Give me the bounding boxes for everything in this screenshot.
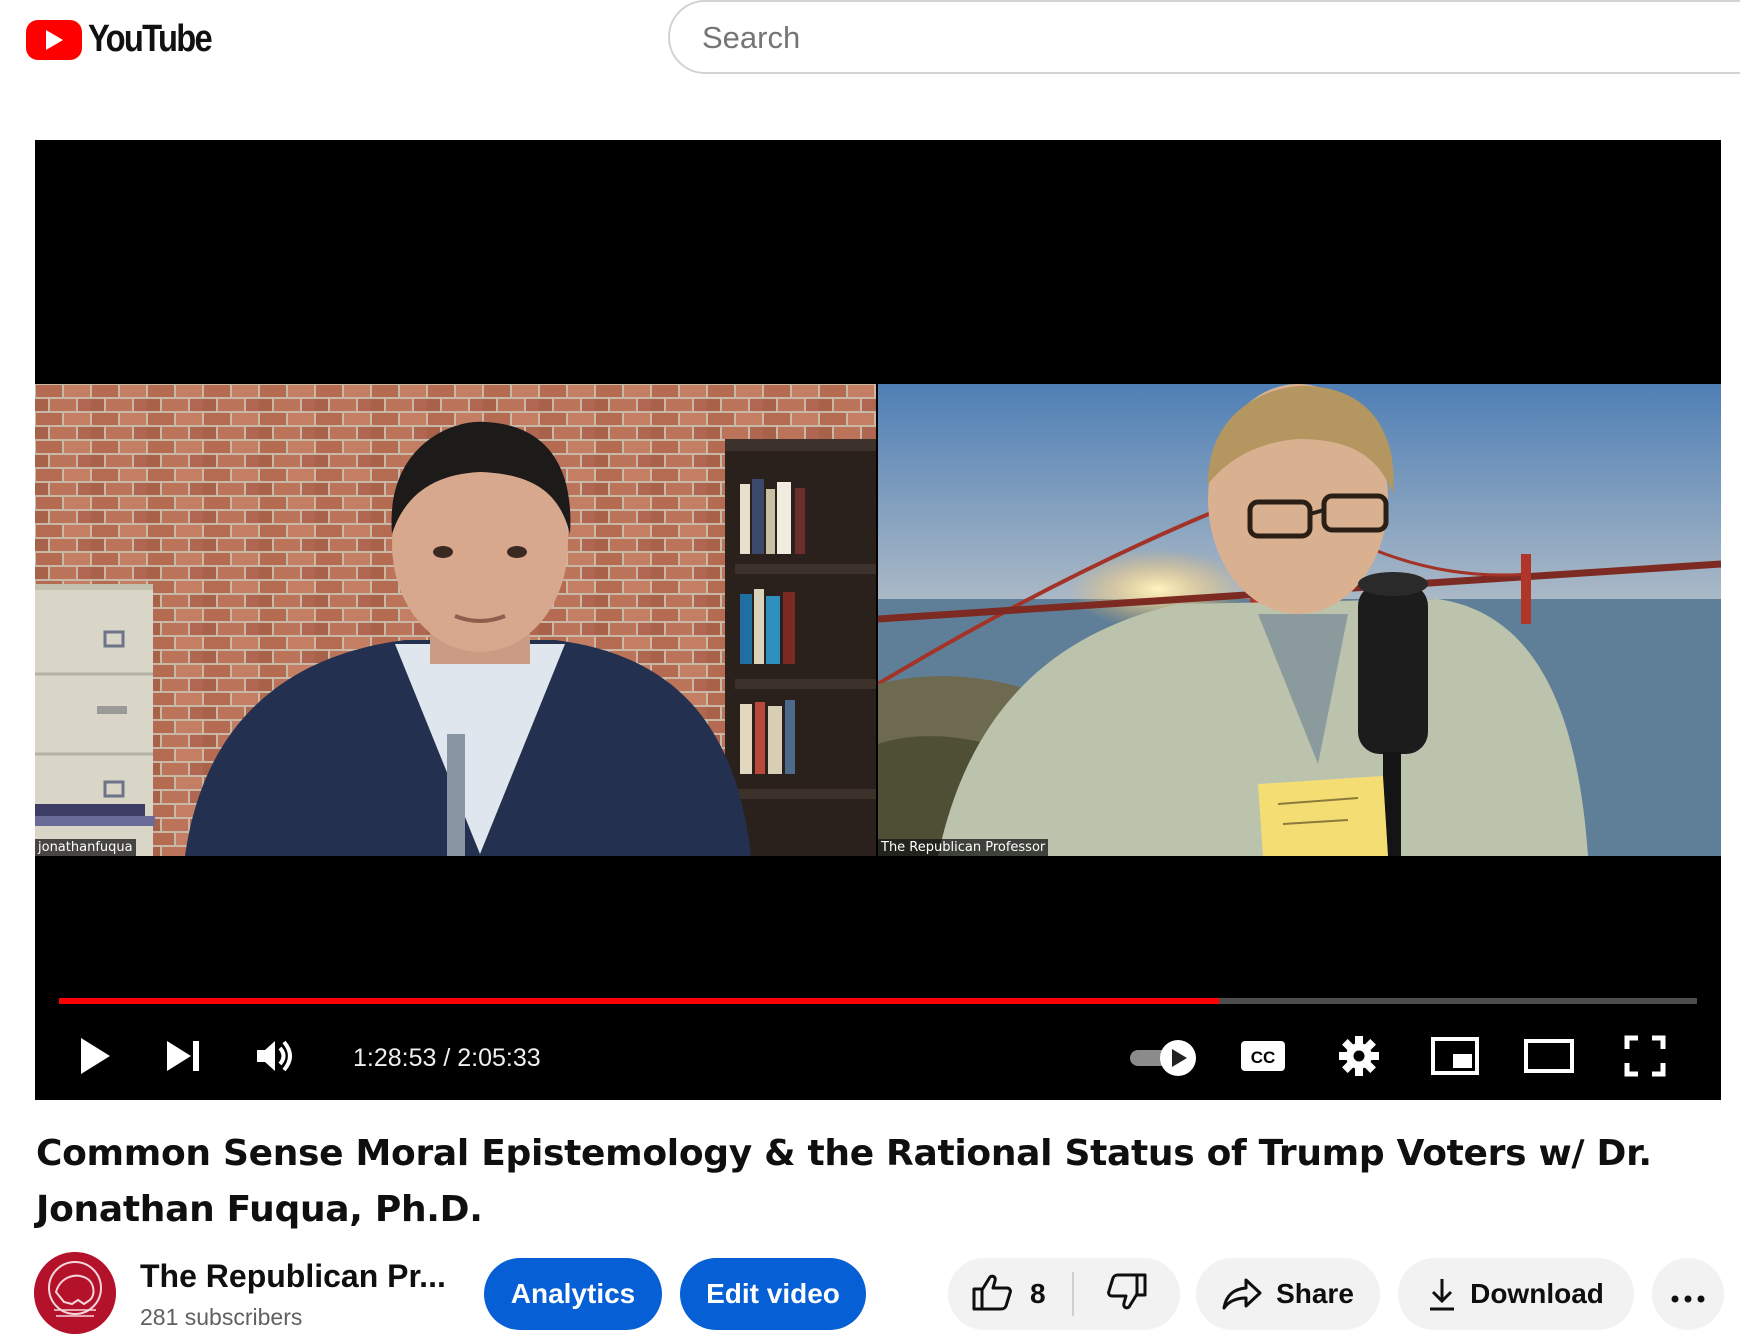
theater-mode-button[interactable] [1521, 1018, 1577, 1098]
edit-video-button[interactable]: Edit video [680, 1258, 866, 1330]
captions-button[interactable]: CC [1237, 1018, 1289, 1098]
player-controls: 1:28:53 / 2:05:33 CC [35, 1018, 1721, 1098]
participant-video-left: jonathanfuqua [35, 384, 876, 856]
download-icon [1428, 1277, 1456, 1311]
miniplayer-button[interactable] [1429, 1018, 1481, 1098]
miniplayer-icon [1431, 1036, 1479, 1080]
logo-wordmark: YouTube [88, 18, 213, 60]
svg-text:CC: CC [1251, 1048, 1276, 1067]
share-icon [1222, 1277, 1262, 1311]
download-button[interactable]: Download [1398, 1258, 1634, 1330]
channel-avatar[interactable] [34, 1252, 116, 1334]
participant-name-right: The Republican Professor [878, 839, 1049, 856]
thumbs-up-icon [972, 1273, 1012, 1316]
fullscreen-icon [1624, 1035, 1666, 1082]
subscriber-count: 281 subscribers [140, 1304, 303, 1330]
share-label: Share [1276, 1278, 1354, 1309]
dislike-button[interactable] [1074, 1258, 1180, 1330]
settings-button[interactable] [1333, 1018, 1385, 1098]
progress-bar[interactable] [59, 998, 1697, 1004]
time-separator: / [436, 1044, 458, 1072]
volume-icon [255, 1038, 295, 1079]
next-button[interactable] [159, 1018, 207, 1098]
time-total: 2:05:33 [457, 1044, 541, 1072]
progress-played [59, 998, 1219, 1004]
channel-name[interactable]: The Republican Pr... [140, 1258, 446, 1295]
search-box[interactable] [668, 0, 1740, 74]
play-icon [78, 1036, 112, 1081]
fullscreen-button[interactable] [1619, 1018, 1671, 1098]
captions-icon: CC [1240, 1040, 1286, 1077]
share-button[interactable]: Share [1196, 1258, 1380, 1330]
autoplay-toggle[interactable] [1127, 1018, 1199, 1098]
play-button[interactable] [71, 1018, 119, 1098]
like-dislike-group: 8 [948, 1258, 1180, 1330]
search-input[interactable] [702, 16, 1602, 60]
like-button[interactable]: 8 [948, 1258, 1072, 1330]
time-display: 1:28:53 / 2:05:33 [353, 1018, 541, 1098]
thumbs-down-icon [1107, 1273, 1147, 1316]
youtube-play-logo-icon [26, 19, 82, 60]
settings-icon [1338, 1035, 1380, 1082]
like-count: 8 [1030, 1278, 1046, 1309]
download-label: Download [1470, 1278, 1604, 1309]
participant-video-right: The Republican Professor [878, 384, 1721, 856]
volume-button[interactable] [249, 1018, 301, 1098]
youtube-logo[interactable]: YouTube [26, 18, 231, 61]
video-player[interactable]: jonathanfuqua The Republican Professor 1… [35, 140, 1721, 1100]
participant-name-left: jonathanfuqua [35, 839, 136, 856]
video-owner-row: The Republican Pr... 281 subscribers Ana… [0, 1250, 1740, 1336]
time-current: 1:28:53 [353, 1044, 437, 1072]
masthead: YouTube [0, 0, 1740, 80]
more-horizontal-icon [1671, 1278, 1705, 1310]
analytics-button[interactable]: Analytics [484, 1258, 662, 1330]
theater-icon [1524, 1038, 1574, 1078]
next-icon [165, 1040, 201, 1077]
more-actions-button[interactable] [1652, 1258, 1724, 1330]
video-title: Common Sense Moral Epistemology & the Ra… [36, 1133, 1652, 1230]
